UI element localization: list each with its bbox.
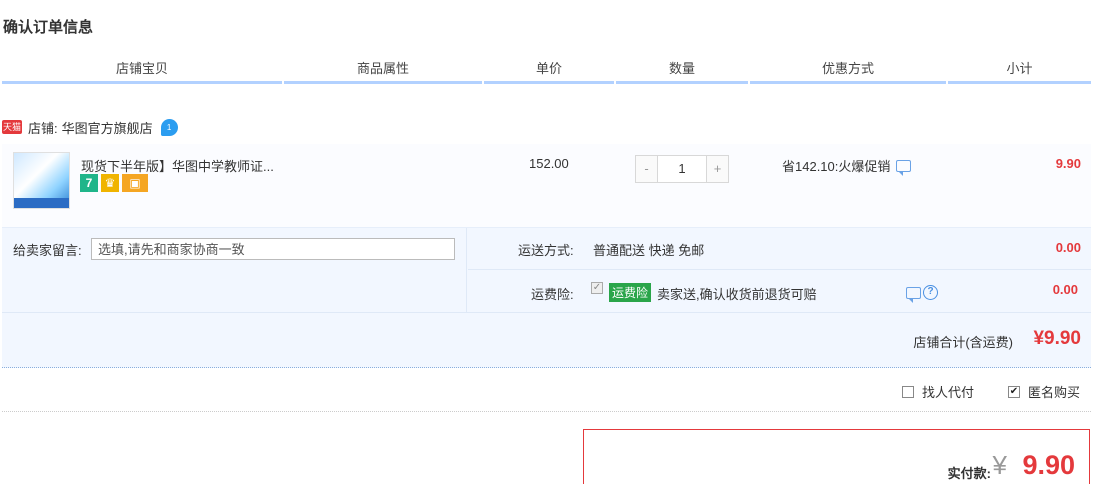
product-title-link[interactable]: 现货下半年版】华图中学教师证... xyxy=(81,156,274,175)
order-options-row: 找人代付 ✔ 匿名购买 xyxy=(2,368,1091,412)
tmall-badge: 天猫 xyxy=(2,120,22,134)
shop-total-label: 店铺合计(含运费) xyxy=(913,335,1013,350)
pay-by-friend-label: 找人代付 xyxy=(922,385,975,400)
quantity-stepper: - 1 + xyxy=(635,155,729,183)
item-subtotal: 9.90 xyxy=(1055,156,1081,171)
page-title: 确认订单信息 xyxy=(3,19,94,36)
card-icon[interactable]: ▣ xyxy=(122,174,148,192)
col-header-subtotal: 小计 xyxy=(948,58,1091,84)
col-header-discount: 优惠方式 xyxy=(750,58,946,84)
shop-name-link[interactable]: 华图官方旗舰店 xyxy=(62,118,153,137)
message-label: 给卖家留言: xyxy=(13,243,82,258)
help-icon[interactable]: ? xyxy=(923,285,938,300)
insurance-icons: ? xyxy=(900,285,938,303)
service-icons: 7 ♛ ▣ xyxy=(80,174,148,192)
insurance-badge: 运费险 xyxy=(609,283,652,302)
anonymous-purchase-checkbox[interactable]: ✔ xyxy=(1008,385,1020,398)
shipping-method: 普通配送 快递 免邮 xyxy=(593,243,705,258)
column-headers: 店铺宝贝 商品属性 单价 数量 优惠方式 小计 xyxy=(2,58,1091,84)
shipping-amount: 0.00 xyxy=(1055,240,1081,255)
gift-icon[interactable]: ♛ xyxy=(101,174,119,192)
payment-amount: 9.90 xyxy=(1022,450,1075,480)
col-header-shop-item: 店铺宝贝 xyxy=(2,58,282,84)
order-item-row: 现货下半年版】华图中学教师证... 7 ♛ ▣ 152.00 - 1 + 省14… xyxy=(2,144,1091,228)
insurance-label: 运费险: xyxy=(531,287,574,302)
shop-total-row: 店铺合计(含运费) ¥9.90 xyxy=(2,312,1091,368)
quantity-input[interactable]: 1 xyxy=(658,156,706,182)
payment-label: 实付款: xyxy=(947,466,991,481)
message-input[interactable] xyxy=(91,238,455,260)
message-panel: 给卖家留言: xyxy=(2,228,467,312)
product-thumbnail[interactable] xyxy=(13,152,70,209)
shipping-row: 运送方式: 普通配送 快递 免邮 0.00 xyxy=(468,228,1091,270)
quantity-increase-button[interactable]: + xyxy=(706,156,728,182)
unit-price: 152.00 xyxy=(529,156,569,171)
shipping-label: 运送方式: xyxy=(518,243,574,258)
quantity-decrease-button[interactable]: - xyxy=(636,156,658,182)
col-header-unit-price: 单价 xyxy=(484,58,614,84)
anonymous-purchase-label: 匿名购买 xyxy=(1028,385,1081,400)
thumbnail-banner xyxy=(14,198,69,208)
shop-total-value: ¥9.90 xyxy=(1033,328,1081,349)
insurance-text: 卖家送,确认收货前退货可赔 xyxy=(657,287,817,302)
yen-symbol: ¥ xyxy=(992,450,1007,480)
shop-label: 店铺: xyxy=(28,120,58,136)
anonymous-purchase-option[interactable]: ✔ 匿名购买 xyxy=(1008,382,1080,401)
promotion-text: 省142.10:火爆促销 xyxy=(782,159,891,174)
payment-summary-box: 实付款: ¥ 9.90 xyxy=(583,429,1090,484)
insurance-amount: 0.00 xyxy=(1052,282,1078,297)
insurance-row: 运费险: ✓ 运费险 卖家送,确认收货前退货可赔 ? 0.00 xyxy=(468,270,1091,312)
insurance-checkbox: ✓ xyxy=(591,282,603,294)
pay-by-friend-option[interactable]: 找人代付 xyxy=(902,382,974,401)
promotion-info: 省142.10:火爆促销 xyxy=(782,156,912,176)
comment-icon[interactable] xyxy=(896,159,912,176)
pay-by-friend-checkbox[interactable] xyxy=(902,385,914,398)
comment-icon[interactable] xyxy=(906,286,921,303)
col-header-attributes: 商品属性 xyxy=(284,58,482,84)
message-shipping-block: 给卖家留言: 运送方式: 普通配送 快递 免邮 0.00 运费险: ✓ 运费险 … xyxy=(2,228,1091,312)
7-day-return-icon[interactable]: 7 xyxy=(80,174,98,192)
wangwang-chat-icon[interactable]: 1 xyxy=(160,118,178,136)
shop-row: 天猫 店铺: 华图官方旗舰店 1 xyxy=(2,116,178,138)
col-header-quantity: 数量 xyxy=(616,58,748,84)
